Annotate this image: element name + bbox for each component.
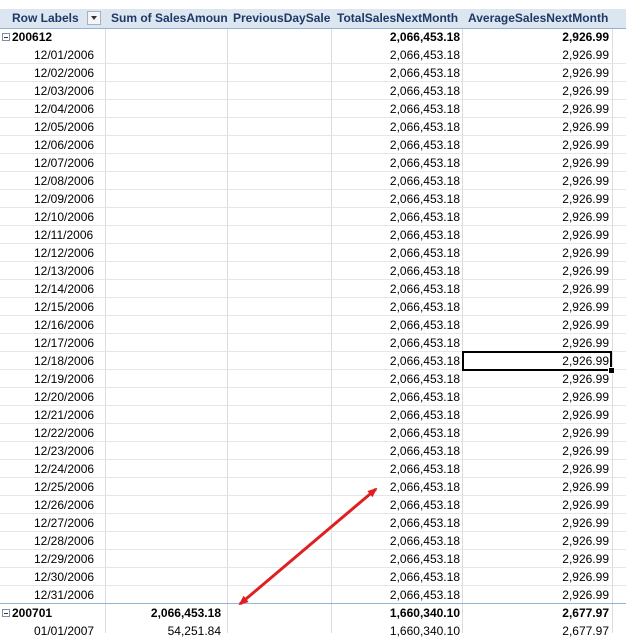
annotation-double-arrow	[238, 487, 378, 606]
pivot-table: Row Labels Sum of SalesAmount PreviousDa…	[0, 0, 626, 638]
